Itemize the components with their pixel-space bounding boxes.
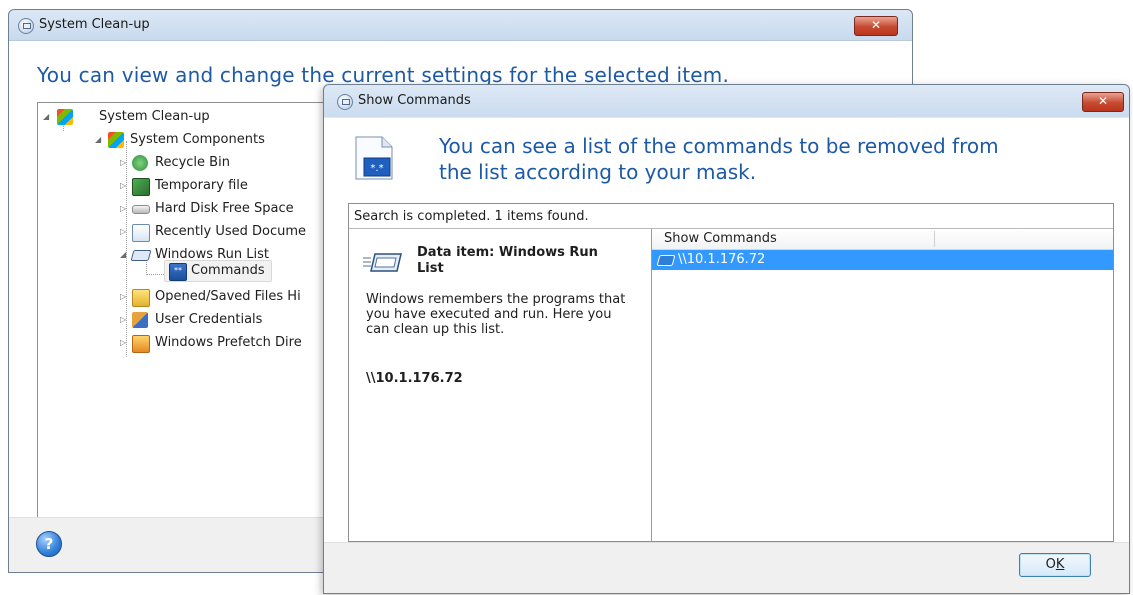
tree-node-label: Temporary file <box>155 178 248 193</box>
dialog-heading: You can see a list of the commands to be… <box>439 133 999 185</box>
dialog-app-icon <box>337 94 353 110</box>
run-list-icon <box>363 253 402 272</box>
tree-node-label: Recently Used Docume <box>155 224 307 239</box>
run-command-icon <box>656 255 676 266</box>
expand-arrow-icon[interactable]: ▷ <box>120 316 128 324</box>
ok-button[interactable]: OK <box>1019 553 1091 577</box>
show-commands-dialog: Show Commands ✕ *.* You can see a list o… <box>323 84 1130 594</box>
list-item[interactable]: \\10.1.176.72 <box>652 250 1113 270</box>
ok-access-key: K <box>1055 557 1065 572</box>
dialog-heading-line2: the list according to your mask. <box>439 160 757 184</box>
temporary-file-icon <box>132 178 150 196</box>
windows-flag-icon <box>108 132 124 148</box>
item-info-panel: Data item: Windows Run List Windows reme… <box>349 229 651 541</box>
data-item-description: Windows remembers the programs that you … <box>366 292 626 337</box>
ok-label-prefix: O <box>1045 557 1056 572</box>
list-header: Show Commands <box>652 229 1113 250</box>
collapse-arrow-icon[interactable]: ◢ <box>95 136 103 144</box>
expand-arrow-icon[interactable]: ▷ <box>120 228 128 236</box>
expand-arrow-icon[interactable]: ▷ <box>120 293 128 301</box>
dialog-title-bar[interactable]: Show Commands ✕ <box>324 85 1129 117</box>
collapse-arrow-icon[interactable]: ◢ <box>120 251 128 259</box>
dialog-footer: OK <box>324 542 1129 593</box>
svg-text:*.*: *.* <box>370 163 383 174</box>
expand-arrow-icon[interactable]: ▷ <box>120 339 128 347</box>
close-button[interactable]: ✕ <box>854 16 898 36</box>
collapse-arrow-icon[interactable]: ◢ <box>43 113 51 121</box>
tree-node-label: Windows Prefetch Dire <box>155 335 302 350</box>
list-item-text: \\10.1.176.72 <box>678 252 766 267</box>
tree-connector <box>146 274 164 275</box>
dialog-content: *.* You can see a list of the commands t… <box>324 118 1129 593</box>
recycle-bin-icon <box>132 155 148 171</box>
column-header-show-commands[interactable]: Show Commands <box>652 229 934 249</box>
tree-connector <box>126 141 127 357</box>
dialog-close-button[interactable]: ✕ <box>1082 92 1124 112</box>
column-header-empty[interactable] <box>935 229 1115 249</box>
data-item-value: \\10.1.176.72 <box>366 371 463 386</box>
dialog-heading-line1: You can see a list of the commands to be… <box>439 134 999 158</box>
hard-disk-icon <box>132 205 150 214</box>
dialog-title: Show Commands <box>358 93 471 108</box>
commands-document-icon: *.* <box>355 136 393 180</box>
expand-arrow-icon[interactable]: ▷ <box>120 182 128 190</box>
user-credentials-icon <box>132 312 148 328</box>
tree-node-label: Opened/Saved Files Hi <box>155 289 301 304</box>
tree-node-label: System Components <box>130 132 265 147</box>
data-item-title: Data item: Windows Run List <box>417 245 598 276</box>
commands-list[interactable]: Show Commands \\10.1.176.72 <box>651 229 1113 541</box>
tree-node-label: Hard Disk Free Space <box>155 201 294 216</box>
settings-tree: ◢ System Clean-up ◢ System Components ▷ … <box>37 102 337 549</box>
window-title: System Clean-up <box>39 17 150 32</box>
app-icon <box>18 18 34 34</box>
commands-icon: ** <box>169 263 187 281</box>
help-icon[interactable]: ? <box>36 531 62 557</box>
expand-arrow-icon[interactable]: ▷ <box>120 205 128 213</box>
tree-node-label: Commands <box>191 263 265 278</box>
recent-documents-icon <box>132 224 150 242</box>
run-list-icon <box>130 250 152 261</box>
folder-icon <box>132 289 150 307</box>
expand-arrow-icon[interactable]: ▷ <box>120 159 128 167</box>
tree-node-label: User Credentials <box>155 312 263 327</box>
tree-node-label: Recycle Bin <box>155 155 230 170</box>
results-panel: Search is completed. 1 items found. Data… <box>348 203 1114 542</box>
tree-node-label: System Clean-up <box>99 109 210 124</box>
windows-flag-icon <box>57 109 73 125</box>
search-status-text: Search is completed. 1 items found. <box>354 209 589 224</box>
title-bar[interactable]: System Clean-up ✕ <box>9 10 912 41</box>
prefetch-folder-icon <box>132 335 150 353</box>
